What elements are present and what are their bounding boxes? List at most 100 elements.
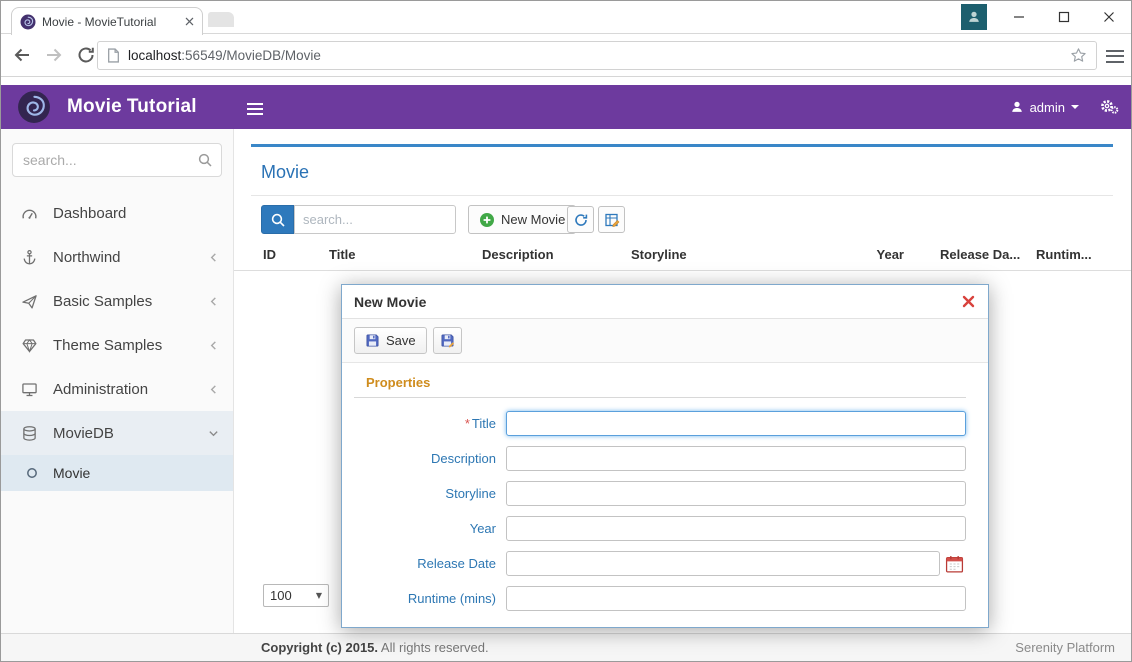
- copyright-rest: All rights reserved.: [378, 640, 489, 655]
- reload-icon: [76, 45, 96, 65]
- calendar-button[interactable]: [943, 552, 966, 575]
- desktop-icon: [21, 381, 42, 398]
- category-label: Properties: [354, 375, 966, 398]
- dashboard-icon: [21, 205, 42, 222]
- browser-toolbar: localhost:56549/MovieDB/Movie: [1, 34, 1131, 77]
- save-icon: [365, 333, 380, 348]
- required-marker: *: [465, 416, 470, 431]
- rocket-icon: [21, 293, 42, 310]
- runtime-input[interactable]: [506, 586, 966, 611]
- grid-search-input[interactable]: [294, 205, 456, 234]
- sidebar-toggle-button[interactable]: [247, 100, 263, 118]
- back-button[interactable]: [11, 44, 33, 66]
- browser-profile-button[interactable]: [961, 4, 987, 30]
- storyline-input[interactable]: [506, 481, 966, 506]
- tab-title: Movie - MovieTutorial: [42, 15, 179, 29]
- forward-button[interactable]: [43, 44, 65, 66]
- save-button-label: Save: [386, 333, 416, 348]
- dialog-toolbar: Save: [342, 319, 988, 363]
- window-close-button[interactable]: [1086, 1, 1131, 33]
- column-header-year[interactable]: Year: [819, 247, 904, 262]
- release-date-input[interactable]: [506, 551, 940, 576]
- chevron-left-icon: [208, 252, 219, 263]
- sidebar-search: [12, 143, 222, 177]
- page-icon: [107, 48, 120, 63]
- field-label-runtime: Runtime (mins): [354, 591, 506, 606]
- window-maximize-button[interactable]: [1041, 1, 1086, 33]
- dropdown-arrow-icon: ▼: [316, 591, 322, 600]
- calendar-icon: [945, 555, 964, 573]
- sidebar-item-moviedb[interactable]: MovieDB: [1, 411, 233, 455]
- back-arrow-icon: [11, 44, 33, 66]
- column-header-description[interactable]: Description: [482, 247, 554, 262]
- new-tab-button[interactable]: [208, 12, 234, 27]
- column-header-storyline[interactable]: Storyline: [631, 247, 687, 262]
- add-icon: [479, 212, 495, 228]
- close-icon: [1103, 11, 1115, 23]
- column-header-runtime[interactable]: Runtim...: [1036, 247, 1092, 262]
- form-row: Release Date: [354, 551, 966, 576]
- title-input[interactable]: [506, 411, 966, 436]
- description-input[interactable]: [506, 446, 966, 471]
- sidebar-item-movie[interactable]: Movie: [1, 455, 233, 491]
- reload-button[interactable]: [75, 44, 97, 66]
- url-host: localhost: [128, 48, 181, 63]
- address-bar[interactable]: localhost:56549/MovieDB/Movie: [97, 41, 1097, 70]
- tab-close-icon[interactable]: [185, 17, 194, 26]
- grid-search-button[interactable]: [261, 205, 294, 234]
- field-label-release-date: Release Date: [354, 556, 506, 571]
- settings-button[interactable]: [1100, 98, 1119, 120]
- export-button[interactable]: [598, 206, 625, 233]
- page-title: Movie: [261, 162, 309, 183]
- form-row: Storyline: [354, 481, 966, 506]
- copyright-strong: Copyright (c) 2015.: [261, 640, 378, 655]
- column-header-id[interactable]: ID: [263, 247, 276, 262]
- gears-icon: [1100, 98, 1119, 115]
- sidebar-item-northwind[interactable]: Northwind: [1, 235, 233, 279]
- profile-person-icon: [967, 10, 981, 24]
- page-size-select[interactable]: 100 ▼: [263, 584, 329, 607]
- field-label-description: Description: [354, 451, 506, 466]
- dialog-header[interactable]: New Movie: [342, 285, 988, 319]
- browser-menu-button[interactable]: [1106, 46, 1124, 66]
- column-header-title[interactable]: Title: [329, 247, 356, 262]
- browser-tab[interactable]: Movie - MovieTutorial: [11, 7, 203, 35]
- sidebar-item-dashboard[interactable]: Dashboard: [1, 191, 233, 235]
- sidebar-item-administration[interactable]: Administration: [1, 367, 233, 411]
- browser-window: Movie - MovieTutorial localhost:56549/Mo…: [0, 0, 1132, 662]
- close-x-icon: [961, 294, 976, 309]
- form-row: Runtime (mins): [354, 586, 966, 611]
- new-movie-button[interactable]: New Movie: [468, 205, 576, 234]
- apply-changes-button[interactable]: [433, 327, 462, 354]
- chevron-left-icon: [208, 384, 219, 395]
- sidebar-item-theme-samples[interactable]: Theme Samples: [1, 323, 233, 367]
- year-input[interactable]: [506, 516, 966, 541]
- title-divider: [251, 195, 1113, 196]
- content-accent-line: [251, 144, 1113, 147]
- url-path: :56549/MovieDB/Movie: [181, 48, 321, 63]
- window-minimize-button[interactable]: [996, 1, 1041, 33]
- user-menu[interactable]: admin: [1010, 85, 1079, 129]
- footer: Copyright (c) 2015. All rights reserved.…: [1, 633, 1131, 661]
- column-header-release-date[interactable]: Release Da...: [940, 247, 1020, 262]
- sidebar-item-basic-samples[interactable]: Basic Samples: [1, 279, 233, 323]
- sidebar-search-input[interactable]: [12, 143, 222, 177]
- form-row: *Title: [354, 411, 966, 436]
- anchor-icon: [21, 249, 42, 266]
- chevron-left-icon: [208, 296, 219, 307]
- bookmark-star-icon[interactable]: [1070, 47, 1087, 64]
- dialog-title: New Movie: [354, 294, 426, 310]
- export-grid-icon: [604, 212, 620, 228]
- brand-primary: Movie: [67, 96, 122, 118]
- new-movie-dialog: New Movie Save Properties *Title Descrip…: [341, 284, 989, 628]
- grid-header-row: ID Title Description Storyline Year Rele…: [234, 241, 1131, 271]
- sidebar-item-label: Northwind: [53, 249, 121, 266]
- dialog-close-button[interactable]: [961, 294, 976, 309]
- site-favicon-icon: [20, 14, 36, 30]
- chevron-left-icon: [208, 340, 219, 351]
- form-row: Year: [354, 516, 966, 541]
- save-button[interactable]: Save: [354, 327, 427, 354]
- field-label-year: Year: [354, 521, 506, 536]
- refresh-button[interactable]: [567, 206, 594, 233]
- page-size-value: 100: [270, 588, 292, 603]
